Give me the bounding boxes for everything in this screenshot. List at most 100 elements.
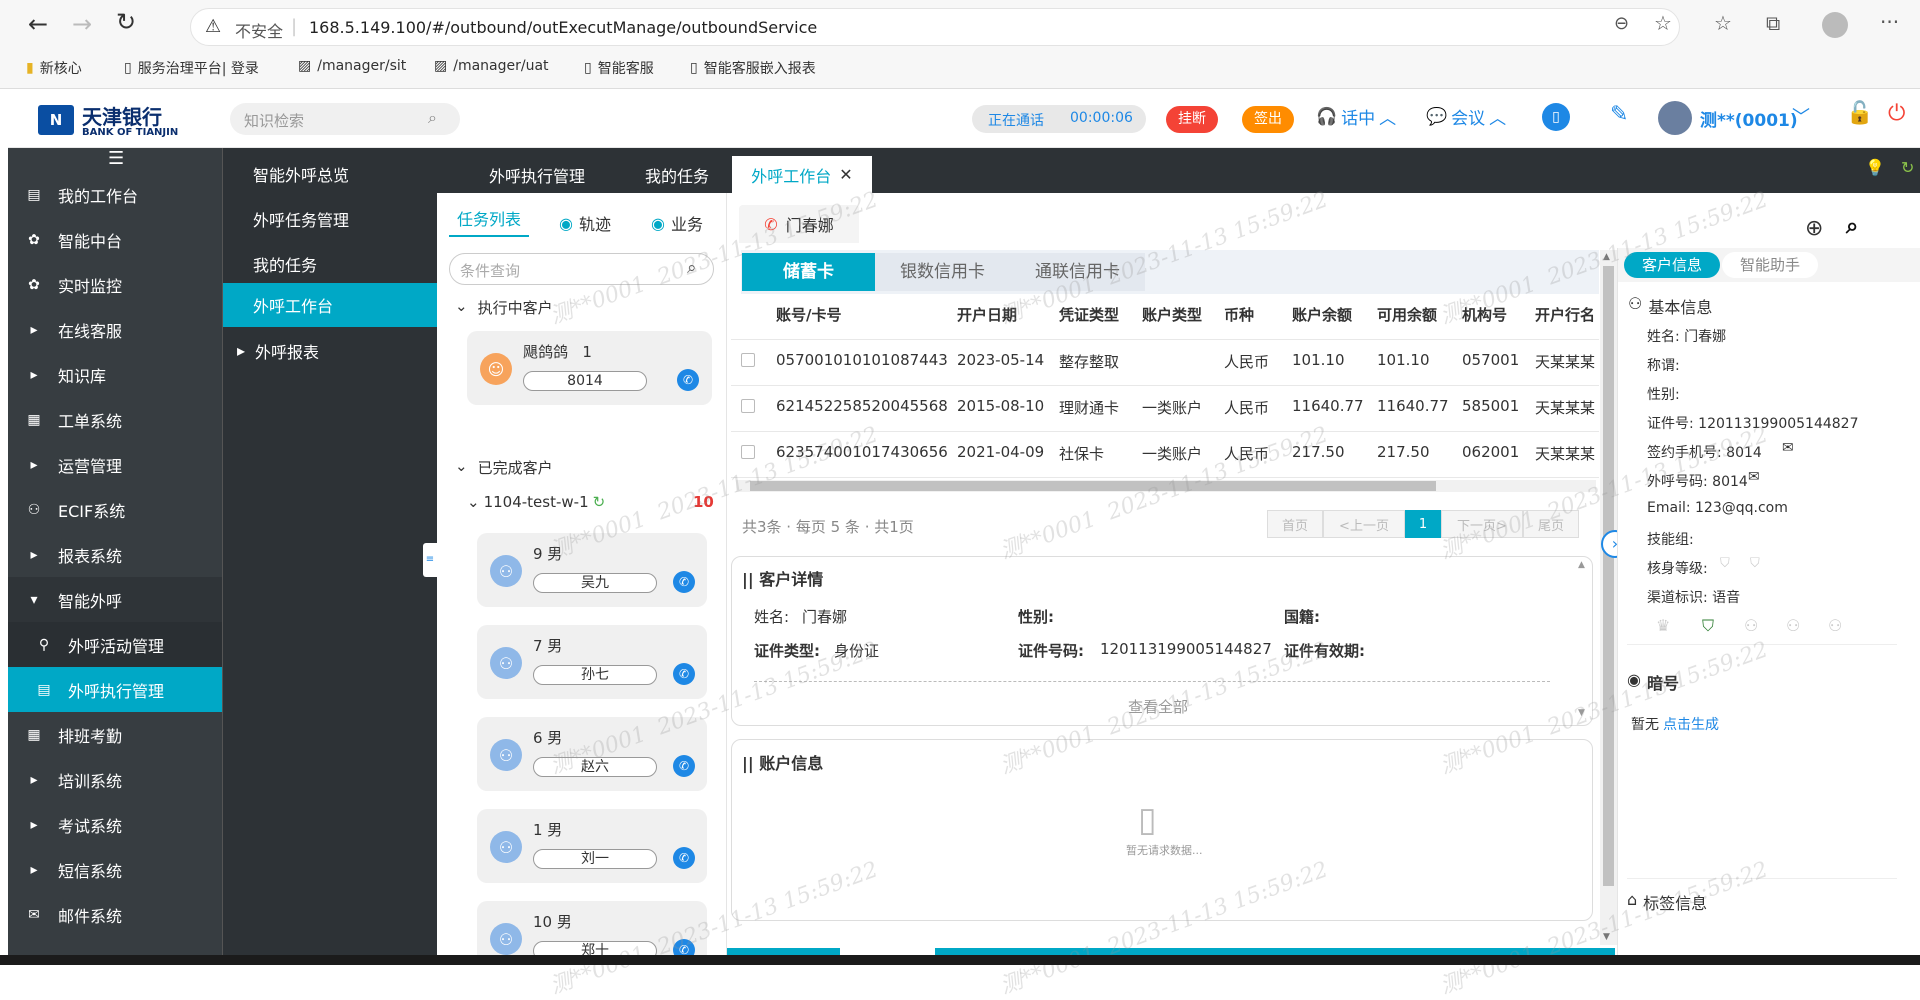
view-all-link[interactable]: 查看全部 xyxy=(1128,696,1188,717)
subnav-overview[interactable]: 智能外呼总览 xyxy=(223,151,437,196)
nav-workbench[interactable]: ▤ 我的工作台 xyxy=(8,172,222,217)
tab-customer-info[interactable]: 客户信息 xyxy=(1624,252,1720,278)
nav-report[interactable]: ▸ 报表系统 xyxy=(8,532,222,577)
tab-task-list[interactable]: 任务列表 xyxy=(449,205,529,237)
bulb-icon[interactable]: 💡 xyxy=(1865,158,1885,177)
first-page-button[interactable]: 首页 xyxy=(1267,510,1323,538)
next-page-button[interactable]: 下一页> xyxy=(1441,510,1523,538)
reload-icon[interactable]: ↻ xyxy=(116,8,136,36)
back-icon[interactable]: ← xyxy=(28,10,48,38)
phone-call-icon[interactable]: ✆ xyxy=(673,939,695,955)
tab-tonglian-credit[interactable]: 通联信用卡 xyxy=(1010,253,1145,291)
nav-exam[interactable]: ▸ 考试系统 xyxy=(8,802,222,847)
scroll-up-icon[interactable]: ▲ xyxy=(1603,252,1610,262)
phone-call-icon[interactable]: ✆ xyxy=(673,755,695,777)
search-icon[interactable]: ⌕ xyxy=(687,258,697,278)
nav-sms[interactable]: ▸ 短信系统 xyxy=(8,847,222,892)
row-checkbox[interactable] xyxy=(741,445,755,459)
forward-icon[interactable]: → xyxy=(72,10,92,38)
mail-icon[interactable]: ✉ xyxy=(1782,440,1794,456)
scroll-down-icon[interactable]: ▼ xyxy=(1578,708,1585,718)
tab-workbench[interactable]: 外呼工作台 ✕ xyxy=(732,156,872,193)
more-icon[interactable]: ··· xyxy=(1880,10,1899,34)
search-icon[interactable]: ⌕ xyxy=(428,108,437,128)
collections-icon[interactable]: ⧉ xyxy=(1766,11,1780,35)
generate-secret-link[interactable]: 点击生成 xyxy=(1663,714,1719,734)
expand-handle-icon[interactable]: ≡ xyxy=(423,543,437,577)
mail-icon[interactable]: ✉ xyxy=(1748,469,1760,485)
subnav-workbench[interactable]: 外呼工作台 xyxy=(223,283,437,327)
profile-avatar[interactable] xyxy=(1822,12,1848,38)
subnav-report[interactable]: ▸ 外呼报表 xyxy=(223,328,437,373)
nav-ticket[interactable]: ▦ 工单系统 xyxy=(8,397,222,442)
user-avatar[interactable] xyxy=(1658,101,1692,135)
completed-customer-card[interactable]: ⚇ 7 男 孙七 ✆ xyxy=(477,625,707,699)
nav-schedule[interactable]: ▦ 排班考勤 xyxy=(8,712,222,757)
talking-dropdown[interactable]: 🎧 话中 ︿ xyxy=(1316,104,1396,130)
nav-training[interactable]: ▸ 培训系统 xyxy=(8,757,222,802)
bookmark-4[interactable]: ▯ 智能客服 xyxy=(584,58,654,78)
detail-scrollbar[interactable]: ▲ ▼ xyxy=(1578,560,1588,720)
phone-call-icon[interactable]: ✆ xyxy=(673,663,695,685)
phone-call-icon[interactable]: ✆ xyxy=(677,369,699,391)
favorite-icon[interactable]: ☆ xyxy=(1654,11,1672,35)
nav-operations[interactable]: ▸ 运营管理 xyxy=(8,442,222,487)
meeting-dropdown[interactable]: 💬 会议 ︿ xyxy=(1426,104,1506,130)
bookmark-2[interactable]: ▨/manager/sit xyxy=(298,58,406,74)
phone-call-icon[interactable]: ✆ xyxy=(673,571,695,593)
main-vertical-scrollbar[interactable]: ▲ ▼ xyxy=(1600,250,1617,945)
prev-page-button[interactable]: <上一页 xyxy=(1323,510,1405,538)
user-name[interactable]: 测**(0001) xyxy=(1700,106,1798,131)
tab-outbound-execution[interactable]: 外呼执行管理 xyxy=(467,156,607,193)
chevron-down-icon[interactable]: ﹀ xyxy=(1792,103,1810,129)
page-1-button[interactable]: 1 xyxy=(1405,510,1441,538)
caller-tab[interactable]: ✆ 门春娜 xyxy=(739,205,859,243)
nav-mail[interactable]: ✉ 邮件系统 xyxy=(8,892,222,937)
phone-device-icon[interactable]: ▯ xyxy=(1542,103,1570,131)
executing-section-header[interactable]: ⌄ 执行中客户 xyxy=(455,297,553,318)
tab-savings-card[interactable]: 储蓄卡 xyxy=(742,253,875,291)
power-icon[interactable]: ⏻ xyxy=(1888,101,1905,126)
scrollbar-thumb[interactable] xyxy=(750,481,1436,491)
edit-icon[interactable]: ✎ xyxy=(1610,102,1628,127)
nav-knowledge[interactable]: ▸ 知识库 xyxy=(8,352,222,397)
tab-business[interactable]: ◉ 业务 xyxy=(651,211,703,235)
refresh-icon[interactable]: ↻ xyxy=(593,493,606,511)
knowledge-search[interactable]: 知识检索 ⌕ xyxy=(230,103,460,135)
last-page-button[interactable]: 尾页 xyxy=(1523,510,1579,538)
task-group[interactable]: ⌄ 1104-test-w-1 ↻ xyxy=(467,493,605,511)
completed-customer-card[interactable]: ⚇ 10 男 郑十 ✆ xyxy=(477,901,707,955)
completed-customer-card[interactable]: ⚇ 9 男 吴九 ✆ xyxy=(477,533,707,607)
refresh-icon[interactable]: ↻ xyxy=(1901,158,1914,177)
nav-outbound-activity[interactable]: ⚲ 外呼活动管理 xyxy=(8,622,222,667)
nav-outbound-execution[interactable]: ▤ 外呼执行管理 xyxy=(8,667,222,712)
bookmark-0[interactable]: ▮ 新核心 xyxy=(26,58,82,78)
nav-ecif[interactable]: ⚇ ECIF系统 xyxy=(8,487,222,532)
favorites-list-icon[interactable]: ☆ xyxy=(1714,11,1732,35)
nav-smart-outbound[interactable]: ▾ 智能外呼 xyxy=(8,577,222,622)
condition-search[interactable]: 条件查询 ⌕ xyxy=(449,253,714,285)
collapse-icon[interactable]: ☰ xyxy=(108,148,124,169)
nav-online-service[interactable]: ▸ 在线客服 xyxy=(8,307,222,352)
tab-track[interactable]: ◉ 轨迹 xyxy=(559,211,611,235)
add-circle-icon[interactable]: ⊕ xyxy=(1805,216,1823,241)
tab-smart-assistant[interactable]: 智能助手 xyxy=(1722,252,1818,278)
address-bar[interactable]: ⚠ 不安全 | 168.5.149.100/#/outbound/outExec… xyxy=(190,8,1680,46)
hangup-button[interactable]: 挂断 xyxy=(1166,106,1218,133)
bookmark-5[interactable]: ▯ 智能客服嵌入报表 xyxy=(690,58,816,78)
scroll-down-icon[interactable]: ▼ xyxy=(1603,932,1610,942)
checkout-button[interactable]: 签出 xyxy=(1242,106,1294,133)
scroll-up-icon[interactable]: ▲ xyxy=(1578,560,1585,570)
tab-my-task[interactable]: 我的任务 xyxy=(617,156,737,193)
subnav-my-task[interactable]: 我的任务 xyxy=(223,241,437,286)
phone-call-icon[interactable]: ✆ xyxy=(673,847,695,869)
bookmark-3[interactable]: ▨/manager/uat xyxy=(434,58,549,74)
zoom-icon[interactable]: ⊖ xyxy=(1614,13,1629,34)
scrollbar-thumb[interactable] xyxy=(1603,266,1614,886)
nav-smart-platform[interactable]: ✿ 智能中台 xyxy=(8,217,222,262)
close-icon[interactable]: ✕ xyxy=(839,165,852,184)
nav-realtime-monitor[interactable]: ✿ 实时监控 xyxy=(8,262,222,307)
subnav-task-manage[interactable]: 外呼任务管理 xyxy=(223,196,437,241)
tab-yinshu-credit[interactable]: 银数信用卡 xyxy=(875,253,1010,291)
search-icon[interactable]: ⌕ xyxy=(1846,214,1858,239)
